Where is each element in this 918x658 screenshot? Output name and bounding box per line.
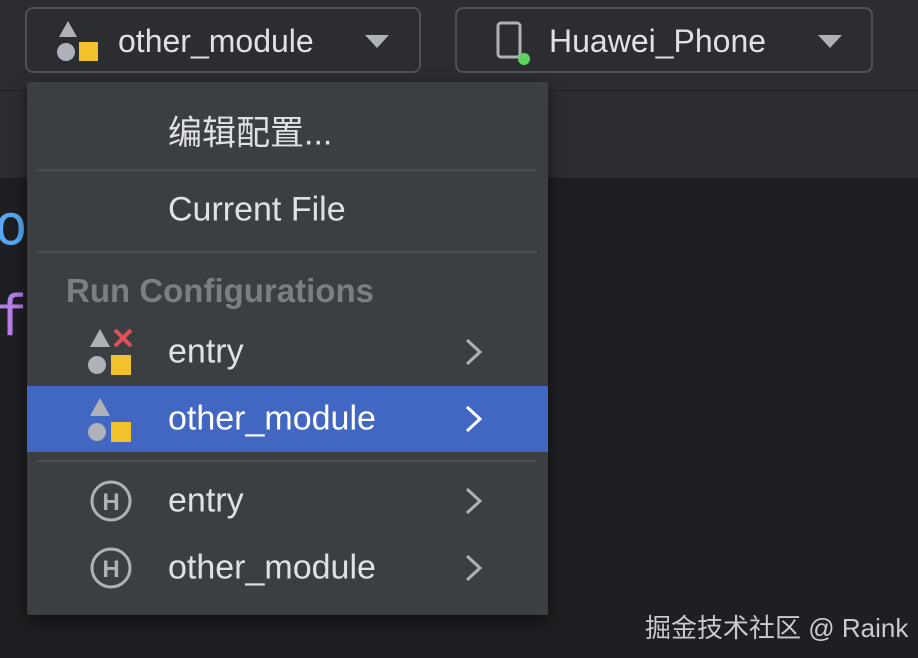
chevron-right-icon: [465, 487, 483, 515]
section-header-run-configurations: Run Configurations: [66, 272, 374, 309]
module-error-icon: [88, 328, 133, 375]
separator: [37, 251, 537, 253]
run-config-item-entry[interactable]: entry: [27, 319, 548, 385]
run-config-item-other-module[interactable]: other_module: [27, 386, 548, 452]
code-fragment: o: [0, 193, 28, 258]
watermark: 掘金技术社区 @ Raink: [645, 613, 909, 643]
hvigor-icon: H: [90, 547, 132, 589]
hvigor-label: other_module: [168, 548, 376, 587]
run-config-popup: 编辑配置... Current File Run Configurations …: [27, 82, 548, 615]
chevron-down-icon: [818, 35, 842, 48]
module-icon: [57, 21, 98, 61]
edit-configurations-item[interactable]: 编辑配置...: [27, 97, 548, 163]
run-config-label: other_module: [168, 399, 376, 438]
separator: [37, 169, 537, 171]
current-file-item[interactable]: Current File: [27, 177, 548, 243]
phone-icon: [496, 21, 530, 65]
code-fragment: f: [0, 284, 28, 349]
svg-text:H: H: [102, 556, 119, 583]
run-config-label: other_module: [118, 23, 314, 59]
hvigor-item-entry[interactable]: H entry: [27, 468, 548, 534]
device-selector[interactable]: Huawei_Phone: [455, 7, 873, 73]
svg-text:H: H: [102, 489, 119, 516]
module-icon: [88, 398, 131, 442]
chevron-down-icon: [365, 35, 389, 48]
current-file-label: Current File: [168, 190, 346, 229]
edit-configurations-label: 编辑配置...: [168, 114, 333, 153]
device-label: Huawei_Phone: [549, 23, 767, 59]
run-config-label: entry: [168, 332, 244, 371]
chevron-right-icon: [465, 405, 483, 433]
hvigor-item-other-module[interactable]: H other_module: [27, 535, 548, 601]
chevron-right-icon: [465, 554, 483, 582]
run-config-selector[interactable]: other_module: [25, 7, 421, 73]
hvigor-label: entry: [168, 481, 244, 520]
separator: [37, 460, 537, 462]
hvigor-icon: H: [90, 480, 132, 522]
main-toolbar: other_module Huawei_Phone: [0, 0, 918, 91]
chevron-right-icon: [465, 338, 483, 366]
